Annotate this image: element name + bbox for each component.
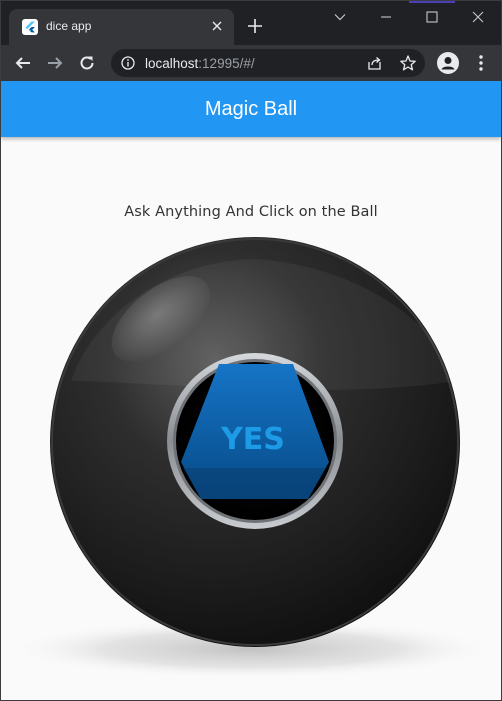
forward-arrow-icon[interactable] — [43, 51, 67, 75]
new-tab-button[interactable] — [244, 15, 266, 37]
address-bar[interactable]: localhost:12995/#/ — [111, 49, 425, 77]
magic-ball[interactable]: YES — [1, 231, 501, 681]
url-text[interactable]: localhost:12995/#/ — [145, 56, 255, 71]
minimize-icon[interactable] — [363, 1, 409, 33]
kebab-menu-icon[interactable] — [473, 53, 489, 73]
close-icon[interactable] — [455, 1, 501, 33]
back-arrow-icon[interactable] — [11, 51, 35, 75]
url-host: localhost — [145, 56, 199, 71]
app-bar: Magic Ball — [1, 81, 501, 137]
maximize-icon[interactable] — [409, 1, 455, 33]
app-title: Magic Ball — [204, 98, 298, 120]
page-viewport: Magic Ball Ask Anything And Click on the… — [1, 81, 501, 700]
tab-title: dice app — [46, 19, 92, 33]
tab-close-icon[interactable] — [208, 17, 226, 35]
tab-search-icon[interactable] — [317, 1, 363, 33]
share-icon[interactable] — [367, 55, 383, 71]
info-icon[interactable] — [121, 56, 135, 70]
url-path: :12995/#/ — [198, 56, 255, 71]
tab-dice-app[interactable]: dice app — [9, 9, 234, 45]
browser-toolbar: localhost:12995/#/ — [1, 45, 501, 81]
reload-icon[interactable] — [75, 51, 99, 75]
profile-icon[interactable] — [437, 52, 459, 74]
flutter-icon — [22, 19, 38, 35]
browser-window: dice app localhost:12995/#/ Magic Ball A… — [0, 0, 502, 701]
prompt-text: Ask Anything And Click on the Ball — [124, 204, 378, 220]
tab-strip: dice app — [1, 1, 501, 45]
star-icon[interactable] — [399, 54, 417, 72]
answer-text: YES — [220, 422, 285, 457]
